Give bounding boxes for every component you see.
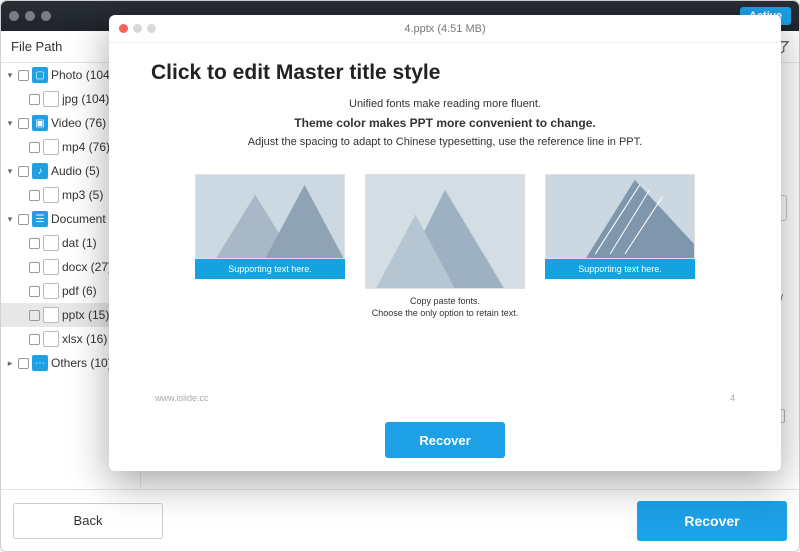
document-icon: ☰ [32,211,48,227]
slide-line: Unified fonts make reading more fluent. [145,95,745,114]
modal-title: 4.pptx (4.51 MB) [109,23,781,35]
tree-label: dat (1) [62,236,97,250]
traffic-dot[interactable] [25,11,35,21]
chevron-down-icon[interactable]: ▾ [5,166,15,177]
checkbox[interactable] [29,286,40,297]
caption-line: Copy paste fonts. [365,295,525,307]
card-caption-strip: Supporting text here. [545,259,695,279]
checkbox[interactable] [18,166,29,177]
file-icon [43,187,59,203]
building-icon [366,175,524,289]
checkbox[interactable] [29,310,40,321]
window-traffic-lights [9,11,51,21]
recover-button[interactable]: Recover [637,501,787,541]
card-caption-strip: Supporting text here. [195,259,345,279]
slide-number: 4 [730,393,735,403]
tree-label: Document ( [51,212,113,226]
tree-label: mp3 (5) [62,188,103,202]
modal-traffic-lights [119,24,156,33]
building-icon [546,175,694,259]
file-icon [43,331,59,347]
traffic-dot[interactable] [9,11,19,21]
maximize-icon[interactable] [147,24,156,33]
card-right: Supporting text here. [545,174,695,279]
file-icon [43,283,59,299]
tree-label: Others (10) [51,356,112,370]
audio-icon: ♪ [32,163,48,179]
checkbox[interactable] [29,262,40,273]
tree-label: mp4 (76) [62,140,110,154]
file-path-label: File Path [11,39,62,54]
preview-modal: 4.pptx (4.51 MB) Click to edit Master ti… [109,15,781,471]
traffic-dot[interactable] [41,11,51,21]
slide-line: Adjust the spacing to adapt to Chinese t… [145,133,745,152]
card-middle: Copy paste fonts. Choose the only option… [365,174,525,319]
slide-body: Unified fonts make reading more fluent. … [145,95,745,152]
tree-label: jpg (104) [62,92,109,106]
tree-label: xlsx (16) [62,332,107,346]
card-image [545,174,695,259]
slide-title: Click to edit Master title style [151,61,745,85]
card-image [195,174,345,259]
footer-url: www.islide.cc [155,393,209,403]
tree-label: pptx (15) [62,308,109,322]
file-icon [43,139,59,155]
checkbox[interactable] [29,94,40,105]
back-button[interactable]: Back [13,503,163,539]
modal-bottom-bar: Recover [109,409,781,471]
tree-label: Photo (104) [51,68,114,82]
checkbox[interactable] [29,238,40,249]
close-icon[interactable] [119,24,128,33]
photo-icon: ▢ [32,67,48,83]
checkbox[interactable] [18,214,29,225]
modal-recover-button[interactable]: Recover [385,422,505,458]
caption-line: Choose the only option to retain text. [365,307,525,319]
bottom-bar: Back Recover [1,489,799,551]
file-icon [43,91,59,107]
file-icon [43,307,59,323]
chevron-down-icon[interactable]: ▾ [5,214,15,225]
checkbox[interactable] [29,190,40,201]
chevron-right-icon[interactable]: ▸ [5,358,15,369]
app-window: Active File Path ▾ ▢ Photo (104) jpg (10… [0,0,800,552]
tree-label: docx (27) [62,260,112,274]
tree-label: Audio (5) [51,164,100,178]
others-icon: ⋯ [32,355,48,371]
checkbox[interactable] [29,334,40,345]
checkbox[interactable] [18,118,29,129]
file-icon [43,259,59,275]
checkbox[interactable] [18,358,29,369]
tree-label: pdf (6) [62,284,97,298]
card-row: Supporting text here. Copy paste fonts. … [145,174,745,319]
slide-preview: Click to edit Master title style Unified… [109,43,781,409]
slide-line-bold: Theme color makes PPT more convenient to… [145,114,745,133]
card-caption: Copy paste fonts. Choose the only option… [365,295,525,319]
video-icon: ▣ [32,115,48,131]
checkbox[interactable] [29,142,40,153]
tree-label: Video (76) [51,116,106,130]
checkbox[interactable] [18,70,29,81]
slide-footer: www.islide.cc 4 [145,389,745,403]
card-left: Supporting text here. [195,174,345,279]
chevron-down-icon[interactable]: ▾ [5,70,15,81]
minimize-icon[interactable] [133,24,142,33]
building-icon [196,175,344,259]
modal-titlebar: 4.pptx (4.51 MB) [109,15,781,43]
card-image [365,174,525,289]
file-icon [43,235,59,251]
chevron-down-icon[interactable]: ▾ [5,118,15,129]
